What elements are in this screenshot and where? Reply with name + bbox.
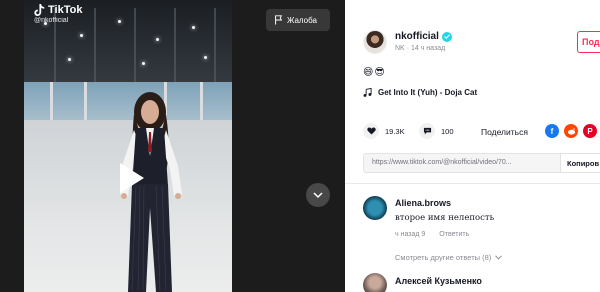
comment-author[interactable]: Алексей Кузьменко	[395, 276, 482, 286]
author-avatar[interactable]	[363, 30, 387, 54]
tiktok-icon	[34, 4, 45, 16]
comment-button[interactable]: 100	[419, 123, 454, 139]
music-link[interactable]: Get Into It (Yuh) - Doja Cat	[363, 88, 477, 97]
play-icon[interactable]	[112, 160, 148, 196]
author-username-row[interactable]: nkofficial	[395, 31, 452, 42]
author-display-name: NK	[395, 45, 405, 52]
tiktok-brand-text: TikTok	[48, 4, 83, 16]
like-button[interactable]: 19.3K	[363, 123, 405, 139]
view-more-replies-button[interactable]: Смотреть другие ответы (8)	[395, 253, 503, 262]
video-watermark-handle: @nkofficial	[34, 17, 69, 24]
next-video-button[interactable]	[306, 183, 330, 207]
caption-emoji: 😄😎	[363, 67, 386, 78]
comment-author[interactable]: Aliena.brows	[395, 198, 451, 208]
reply-button[interactable]: Ответить	[439, 231, 469, 238]
report-label: Жалоба	[287, 15, 317, 25]
pinterest-icon[interactable]: P	[583, 124, 597, 138]
comment-count: 100	[441, 126, 454, 136]
author-meta: NK · 14 ч назад	[395, 45, 445, 52]
author-username[interactable]: nkofficial	[395, 31, 439, 42]
video-stage: TikTok @nkofficial Жалоба	[0, 0, 345, 292]
copy-link-button[interactable]: Копиров	[560, 154, 600, 172]
facebook-icon[interactable]: f	[545, 124, 559, 138]
comments-divider	[345, 183, 600, 184]
comment-avatar[interactable]	[363, 273, 387, 292]
report-button[interactable]: Жалоба	[266, 9, 330, 31]
posted-time: 14 ч назад	[410, 45, 446, 52]
comment-bubble-icon	[419, 123, 435, 139]
details-panel: nkofficial NK · 14 ч назад Под 😄😎 Get In…	[345, 0, 600, 292]
comment-time: ч назад 9	[395, 231, 426, 238]
chevron-down-icon	[313, 191, 323, 198]
chevron-down-icon	[495, 255, 503, 260]
share-link-row: https://www.tiktok.com/@nkofficial/video…	[363, 153, 600, 173]
comment-meta: ч назад 9 Ответить	[395, 231, 469, 238]
comment-text: второе имя нелепость	[395, 213, 495, 223]
follow-button[interactable]: Под	[577, 31, 600, 53]
like-count: 19.3K	[385, 126, 405, 136]
heart-icon	[363, 123, 379, 139]
tiktok-logo: TikTok	[34, 4, 82, 16]
share-label: Поделиться	[481, 127, 528, 137]
music-title: Get Into It (Yuh) - Doja Cat	[378, 88, 478, 97]
comment-avatar[interactable]	[363, 196, 387, 220]
reddit-icon[interactable]	[564, 124, 578, 138]
video-player[interactable]	[24, 0, 232, 292]
more-replies-label: Смотреть другие ответы (8)	[395, 253, 492, 262]
verified-badge-icon	[441, 31, 452, 42]
meta-separator: ·	[406, 45, 410, 52]
share-link-url[interactable]: https://www.tiktok.com/@nkofficial/video…	[372, 159, 512, 166]
flag-icon	[275, 15, 283, 25]
music-note-icon	[363, 88, 372, 97]
